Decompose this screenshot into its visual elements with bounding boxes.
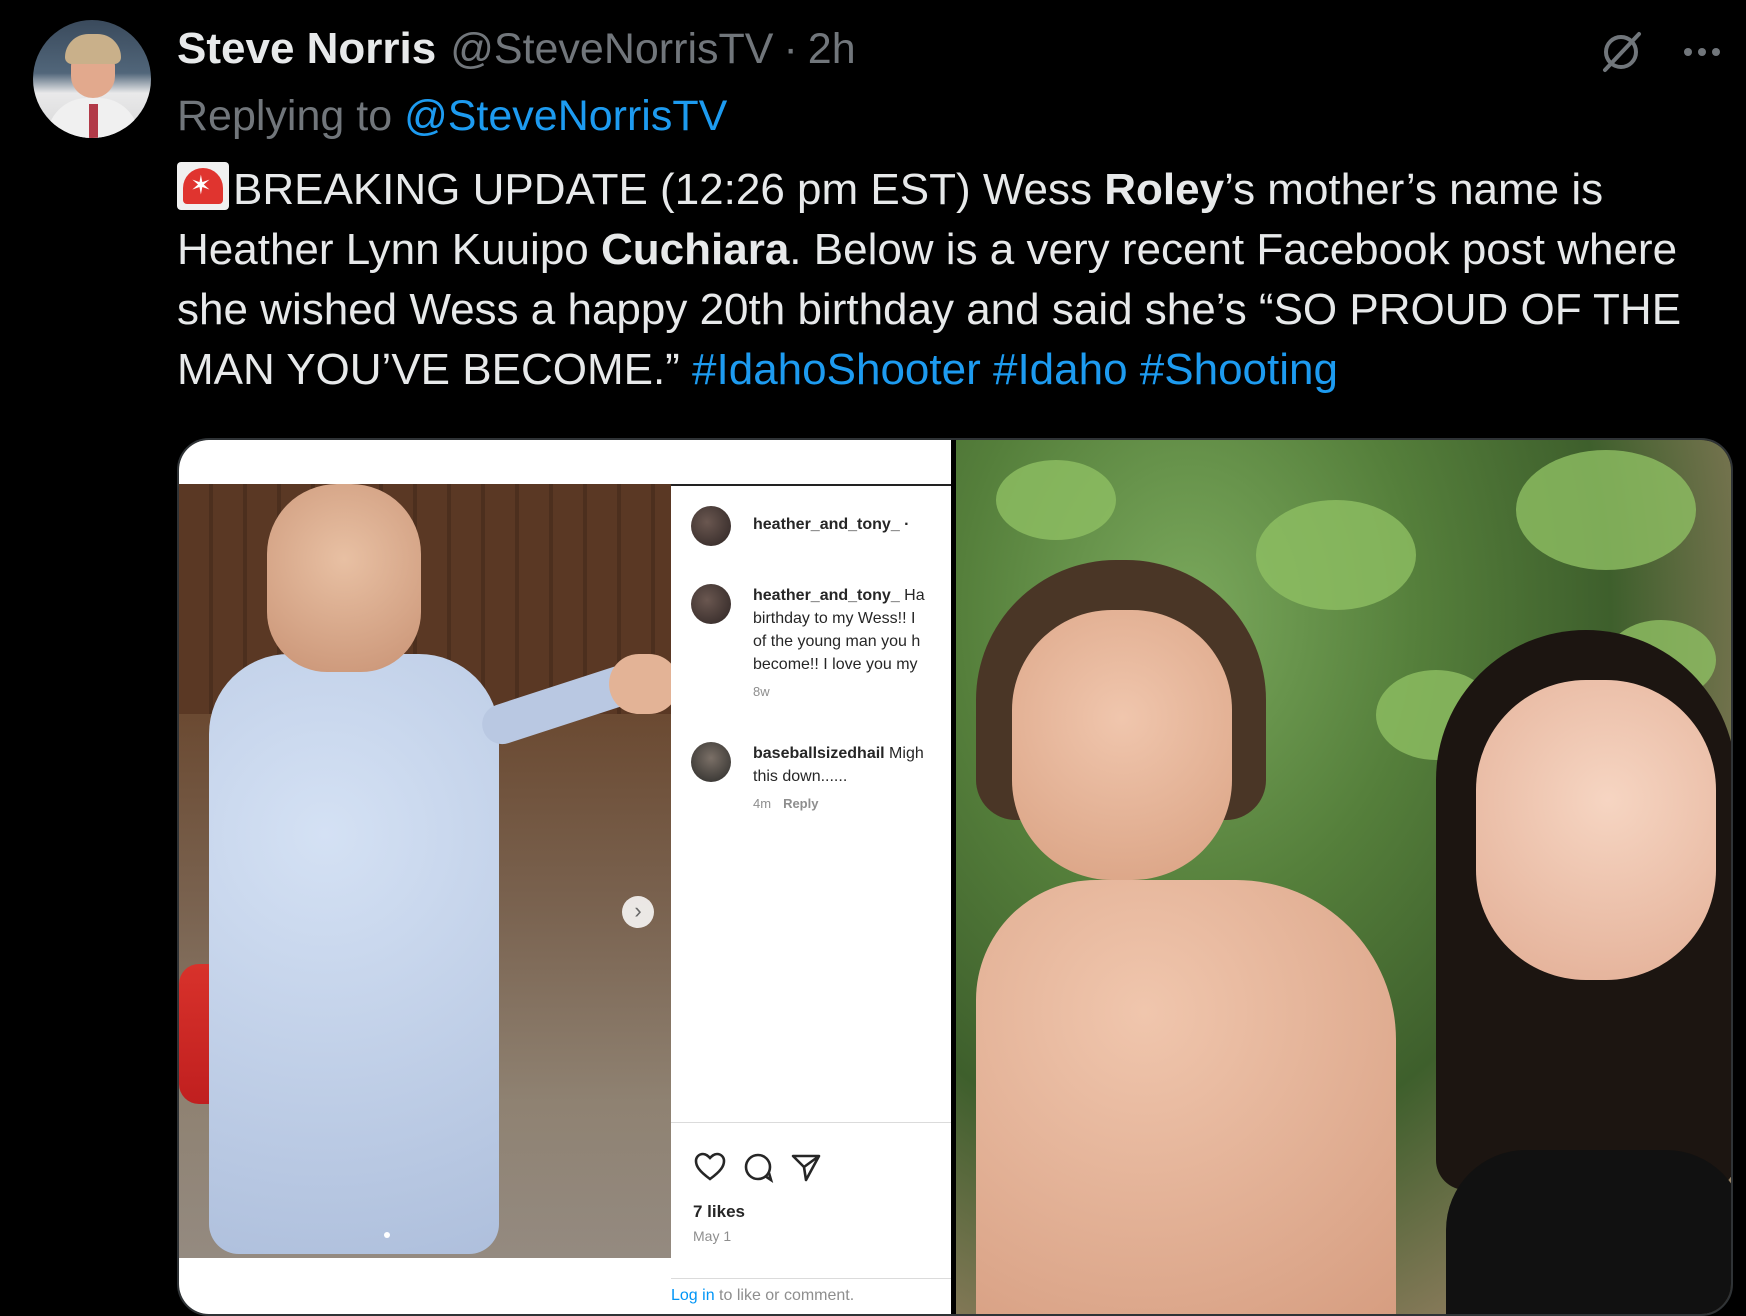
more-options-icon[interactable] (1678, 28, 1726, 76)
ig-comment-meta: 8w (753, 684, 770, 699)
header-separator: · (783, 25, 798, 73)
author-handle[interactable]: @SteveNorrisTV (450, 25, 773, 74)
heart-icon (694, 1152, 726, 1181)
ig-comment-meta: 4m Reply (753, 796, 819, 811)
slashed-circle-icon[interactable] (1597, 28, 1645, 76)
author-avatar[interactable] (33, 20, 151, 138)
selfie-photo[interactable] (956, 440, 1731, 1314)
replying-to: Replying to @SteveNorrisTV (177, 92, 727, 141)
hashtag-idaho[interactable]: #Idaho (993, 345, 1128, 394)
tweet-text: BREAKING UPDATE (12:26 pm EST) Wess Role… (177, 160, 1722, 400)
tweet-text-bold-roley: Roley (1104, 165, 1225, 214)
baby-photo: › (179, 484, 671, 1258)
ig-comment: heather_and_tony_ Ha birthday to my Wess!… (691, 584, 953, 699)
author-name[interactable]: Steve Norris (177, 24, 436, 74)
ig-post-header: heather_and_tony_ · (691, 506, 910, 546)
ig-login-prompt: Log in to like or comment. (671, 1278, 951, 1305)
send-icon (791, 1154, 821, 1182)
ig-post-date: May 1 (693, 1228, 732, 1244)
replying-mention[interactable]: @SteveNorrisTV (404, 92, 727, 140)
tweet-media[interactable]: › heather_and_tony_ · heather_and_tony_ … (177, 438, 1733, 1316)
ig-likes-count: 7 likes (693, 1202, 745, 1221)
instagram-post-panel: heather_and_tony_ · heather_and_tony_ Ha… (671, 484, 953, 1304)
ig-avatar (691, 742, 731, 782)
replying-prefix: Replying to (177, 92, 393, 140)
hashtag-shooting[interactable]: #Shooting (1140, 345, 1338, 394)
ig-header-user: heather_and_tony_ · (753, 516, 910, 533)
chevron-right-icon: › (622, 896, 654, 928)
tweet-timestamp[interactable]: 2h (808, 25, 856, 74)
ig-divider (671, 1122, 951, 1123)
ig-avatar (691, 584, 731, 624)
tweet-text-bold-cuchiara: Cuchiara (601, 225, 790, 274)
ig-comment-text: heather_and_tony_ Ha birthday to my Wess!… (753, 587, 925, 673)
ig-action-icons (693, 1150, 823, 1184)
tweet-header: Steve Norris @SteveNorrisTV · 2h (177, 24, 856, 80)
ig-comment-text: baseballsizedhail Migh this down...... (753, 745, 924, 785)
tweet-text-part1: BREAKING UPDATE (12:26 pm EST) Wess (233, 165, 1105, 214)
instagram-screenshot-image[interactable]: › heather_and_tony_ · heather_and_tony_ … (179, 440, 951, 1314)
hashtag-idahoshooter[interactable]: #IdahoShooter (692, 345, 981, 394)
ig-avatar (691, 506, 731, 546)
ig-comment: baseballsizedhail Migh this down...... 4m… (691, 742, 953, 811)
carousel-indicator (384, 1232, 390, 1238)
police-siren-emoji (177, 162, 229, 210)
comment-bubble-icon (744, 1153, 774, 1184)
